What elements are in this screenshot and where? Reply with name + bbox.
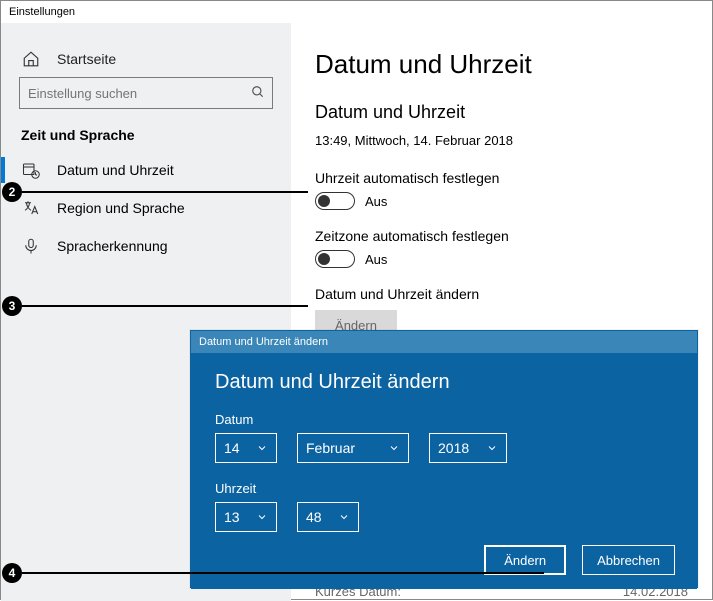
auto-tz-status: Aus — [365, 252, 387, 267]
sidebar-item-date-time[interactable]: Datum und Uhrzeit — [1, 151, 291, 189]
annotation-2-badge: 2 — [2, 182, 22, 202]
dialog-body: Datum und Uhrzeit ändern Datum 14 Februa… — [191, 353, 697, 589]
month-select[interactable]: Februar — [297, 433, 409, 463]
home-icon — [21, 49, 41, 69]
dialog-cancel-button[interactable]: Abbrechen — [582, 545, 675, 575]
day-value: 14 — [224, 440, 240, 456]
chevron-down-icon — [256, 442, 268, 454]
calendar-clock-icon — [21, 160, 41, 180]
month-value: Februar — [306, 440, 355, 456]
toggle-knob — [318, 195, 330, 207]
search-container — [1, 77, 291, 121]
section-title: Datum und Uhrzeit — [315, 102, 688, 123]
minute-select[interactable]: 48 — [297, 502, 359, 532]
auto-time-toggle[interactable] — [315, 192, 355, 210]
toggle-knob — [318, 253, 330, 265]
time-field-label: Uhrzeit — [215, 481, 673, 496]
day-select[interactable]: 14 — [215, 433, 277, 463]
auto-tz-toggle[interactable] — [315, 250, 355, 268]
change-datetime-label: Datum und Uhrzeit ändern — [315, 286, 688, 302]
auto-time-row: Aus — [315, 192, 688, 210]
search-input[interactable] — [19, 77, 273, 109]
dialog-heading: Datum und Uhrzeit ändern — [215, 371, 673, 394]
hour-value: 13 — [224, 509, 240, 525]
sidebar-item-region-language[interactable]: Region und Sprache — [1, 189, 291, 227]
dialog-button-row: Ändern Abbrechen — [484, 545, 675, 575]
dialog-titlebar: Datum und Uhrzeit ändern — [191, 331, 697, 353]
annotation-2-line — [22, 191, 308, 193]
search-icon — [251, 85, 265, 99]
year-select[interactable]: 2018 — [429, 433, 507, 463]
window-title: Einstellungen — [1, 1, 712, 23]
auto-tz-row: Aus — [315, 250, 688, 268]
sidebar-item-label: Datum und Uhrzeit — [57, 162, 174, 178]
sidebar-item-speech[interactable]: Spracherkennung — [1, 227, 291, 265]
time-select-row: 13 48 — [215, 502, 673, 532]
hour-select[interactable]: 13 — [215, 502, 277, 532]
current-datetime: 13:49, Mittwoch, 14. Februar 2018 — [315, 133, 688, 148]
date-select-row: 14 Februar 2018 — [215, 433, 673, 463]
page-title: Datum und Uhrzeit — [315, 49, 688, 80]
chevron-down-icon — [388, 442, 400, 454]
change-datetime-dialog: Datum und Uhrzeit ändern Datum und Uhrze… — [190, 330, 698, 588]
chevron-down-icon — [486, 442, 498, 454]
auto-time-label: Uhrzeit automatisch festlegen — [315, 170, 688, 186]
auto-tz-label: Zeitzone automatisch festlegen — [315, 228, 688, 244]
sidebar-section-header: Zeit und Sprache — [1, 121, 291, 151]
annotation-4-line — [22, 572, 544, 574]
sidebar-home[interactable]: Startseite — [1, 41, 291, 77]
annotation-4-badge: 4 — [2, 563, 22, 583]
chevron-down-icon — [338, 511, 350, 523]
language-icon — [21, 198, 41, 218]
dialog-ok-button[interactable]: Ändern — [484, 545, 566, 575]
sidebar-home-label: Startseite — [57, 51, 116, 67]
sidebar-item-label: Region und Sprache — [57, 200, 185, 216]
annotation-3-line — [22, 305, 308, 307]
microphone-icon — [21, 236, 41, 256]
minute-value: 48 — [306, 509, 322, 525]
annotation-3-badge: 3 — [2, 296, 22, 316]
sidebar-item-label: Spracherkennung — [57, 238, 168, 254]
chevron-down-icon — [256, 511, 268, 523]
date-field-label: Datum — [215, 412, 673, 427]
auto-time-status: Aus — [365, 194, 387, 209]
year-value: 2018 — [438, 440, 469, 456]
